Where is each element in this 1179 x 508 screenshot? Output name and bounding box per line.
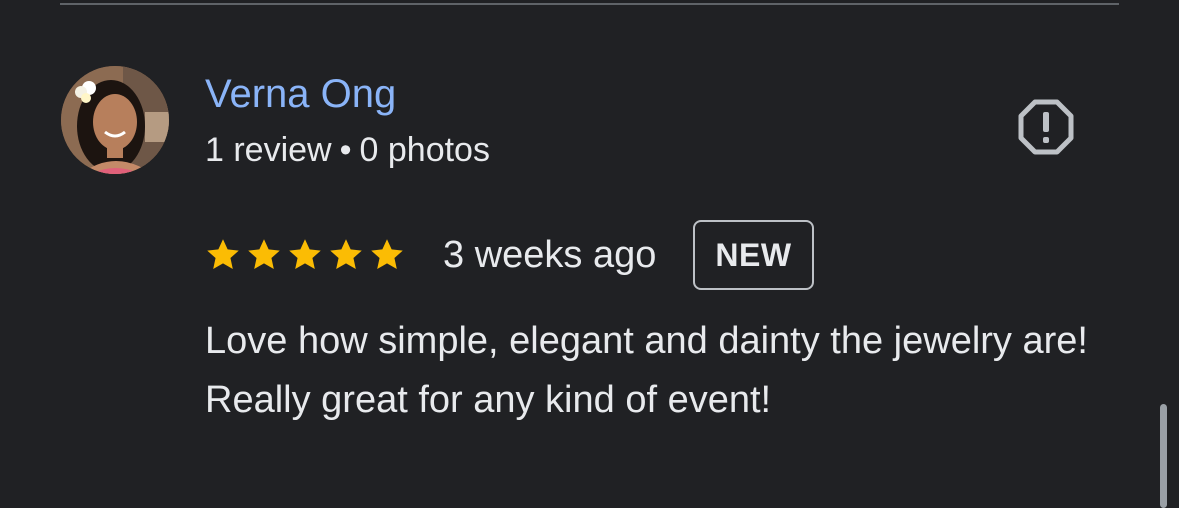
review-card: Verna Ong 1 review • 0 photos 3 weeks ago … bbox=[0, 0, 1179, 508]
star-icon bbox=[289, 239, 321, 270]
meta-separator: • bbox=[339, 131, 352, 169]
star-icon bbox=[330, 239, 362, 270]
review-date: 3 weeks ago bbox=[443, 234, 657, 276]
review-text: Love how simple, elegant and dainty the … bbox=[205, 320, 1088, 421]
avatar[interactable] bbox=[61, 66, 169, 174]
star-icon bbox=[248, 239, 280, 270]
star-icon bbox=[207, 239, 239, 270]
review-count: 1 review bbox=[205, 131, 332, 169]
report-flag-icon bbox=[1018, 99, 1074, 155]
avatar-photo bbox=[61, 66, 169, 174]
scrollbar[interactable] bbox=[1160, 404, 1167, 508]
report-button[interactable] bbox=[1013, 96, 1079, 158]
new-badge: NEW bbox=[693, 220, 814, 290]
rating-row: 3 weeks ago NEW bbox=[205, 218, 814, 292]
divider bbox=[60, 3, 1119, 5]
reviewer-name[interactable]: Verna Ong bbox=[205, 70, 396, 118]
photo-count: 0 photos bbox=[359, 131, 490, 169]
star-icon bbox=[371, 239, 403, 270]
star-rating bbox=[205, 237, 410, 273]
reviewer-meta: 1 review • 0 photos bbox=[205, 130, 490, 170]
